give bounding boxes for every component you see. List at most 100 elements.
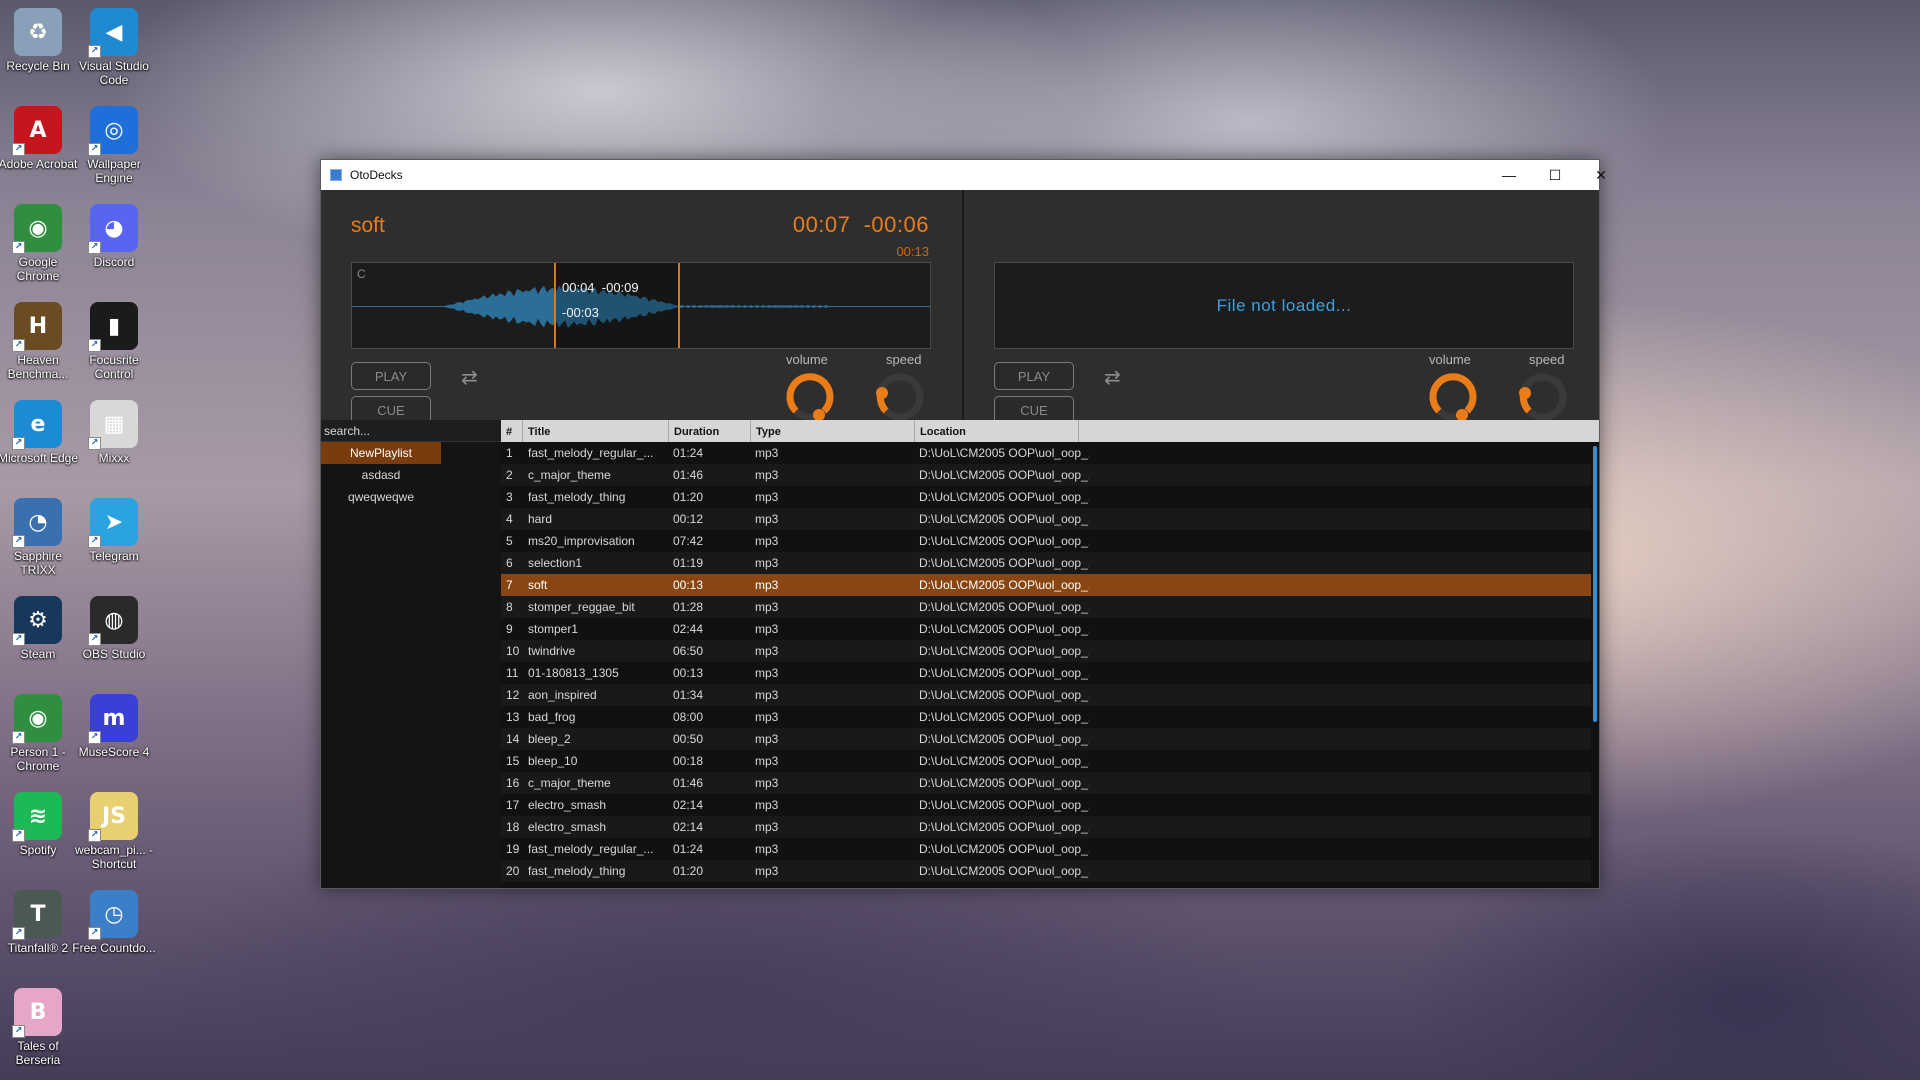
desktop-shortcut[interactable]: ▦ ↗ Mixxx	[72, 400, 156, 465]
desktop-shortcut[interactable]: B ↗ Tales of Berseria	[0, 988, 80, 1067]
track-location: D:\UoL\CM2005 OOP\uol_oop_...	[919, 600, 1089, 614]
table-row[interactable]: 7 soft 00:13 mp3 D:\UoL\CM2005 OOP\uol_oop_.…	[501, 574, 1591, 596]
track-type: mp3	[755, 490, 779, 504]
table-row[interactable]: 13 bad_frog 08:00 mp3 D:\UoL\CM2005 OOP\uol_…	[501, 706, 1591, 728]
close-button[interactable]: ✕	[1578, 160, 1624, 190]
desktop-shortcut[interactable]: ♻ Recycle Bin	[0, 8, 80, 73]
track-location: D:\UoL\CM2005 OOP\uol_oop_...	[919, 666, 1089, 680]
desktop-shortcut[interactable]: T ↗ Titanfall® 2	[0, 890, 80, 955]
chrome-profile-icon: ◉ ↗	[12, 694, 62, 744]
desktop-shortcut[interactable]: m ↗ MuseScore 4	[72, 694, 156, 759]
track-location: D:\UoL\CM2005 OOP\uol_oop_...	[919, 732, 1089, 746]
track-duration: 00:13	[673, 666, 704, 680]
desktop-shortcut[interactable]: ◷ ↗ Free Countdo...	[72, 890, 156, 955]
speed-knob[interactable]	[1514, 368, 1574, 420]
table-scrollbar[interactable]	[1593, 446, 1597, 722]
table-row[interactable]: 3 fast_melody_thing 01:20 mp3 D:\UoL\CM2005 …	[501, 486, 1591, 508]
table-row[interactable]: 17 electro_smash 02:14 mp3 D:\UoL\CM2005 OOP…	[501, 794, 1591, 816]
track-number: 10	[506, 644, 520, 658]
track-location: D:\UoL\CM2005 OOP\uol_oop_...	[919, 622, 1089, 636]
table-row[interactable]: 4 hard 00:12 mp3 D:\UoL\CM2005 OOP\uol_oop_.…	[501, 508, 1591, 530]
track-title: selection1	[528, 556, 583, 570]
track-duration: 01:46	[673, 776, 704, 790]
track-number: 16	[506, 776, 520, 790]
desktop-shortcut[interactable]: ➤ ↗ Telegram	[72, 498, 156, 563]
shortcut-arrow-icon: ↗	[88, 339, 101, 352]
track-number: 5	[506, 534, 513, 548]
track-type: mp3	[755, 732, 779, 746]
track-duration: 01:20	[673, 864, 704, 878]
column-header-type[interactable]: Type	[751, 420, 915, 442]
steam-icon: ⚙ ↗	[12, 596, 62, 646]
track-number: 13	[506, 710, 520, 724]
track-type: mp3	[755, 666, 779, 680]
desktop-shortcut-label: Wallpaper Engine	[87, 157, 141, 185]
table-row[interactable]: 15 bleep_10 00:18 mp3 D:\UoL\CM2005 OOP\uol_…	[501, 750, 1591, 772]
desktop-shortcut[interactable]: JS ↗ webcam_pi... - Shortcut	[72, 792, 156, 871]
track-location: D:\UoL\CM2005 OOP\uol_oop_...	[919, 490, 1089, 504]
track-duration: 01:20	[673, 490, 704, 504]
table-row[interactable]: 18 electro_smash 02:14 mp3 D:\UoL\CM2005 OOP…	[501, 816, 1591, 838]
table-row[interactable]: 11 01-180813_1305 00:13 mp3 D:\UoL\CM2005 OO…	[501, 662, 1591, 684]
playlist-item[interactable]: asdasd	[321, 464, 441, 486]
desktop-shortcut[interactable]: H ↗ Heaven Benchma...	[0, 302, 80, 381]
volume-knob[interactable]	[1424, 368, 1484, 420]
volume-knob[interactable]	[781, 368, 841, 420]
window-title: OtoDecks	[350, 168, 403, 182]
desktop-shortcut[interactable]: ◎ ↗ Wallpaper Engine	[72, 106, 156, 185]
table-row[interactable]: 8 stomper_reggae_bit 01:28 mp3 D:\UoL\CM2005…	[501, 596, 1591, 618]
desktop-shortcut-label: Free Countdo...	[72, 941, 156, 955]
table-row[interactable]: 2 c_major_theme 01:46 mp3 D:\UoL\CM2005 OOP\…	[501, 464, 1591, 486]
desktop-shortcut[interactable]: e ↗ Microsoft Edge	[0, 400, 80, 465]
table-row[interactable]: 20 fast_melody_thing 01:20 mp3 D:\UoL\CM2005…	[501, 860, 1591, 882]
table-row[interactable]: 5 ms20_improvisation 07:42 mp3 D:\UoL\CM2005…	[501, 530, 1591, 552]
speed-knob[interactable]	[871, 368, 931, 420]
waveform-display[interactable]: C 00:04 -00:09 -00:03	[351, 262, 931, 349]
desktop-shortcut[interactable]: ◉ ↗ Person 1 - Chrome	[0, 694, 80, 773]
table-row[interactable]: 12 aon_inspired 01:34 mp3 D:\UoL\CM2005 OOP\…	[501, 684, 1591, 706]
table-row[interactable]: 10 twindrive 06:50 mp3 D:\UoL\CM2005 OOP\uol…	[501, 640, 1591, 662]
playlist-item[interactable]: NewPlaylist	[321, 442, 441, 464]
playlist-item[interactable]: qweqweqwe	[321, 486, 441, 508]
region-end-marker[interactable]	[678, 263, 680, 348]
play-button[interactable]: PLAY	[351, 362, 431, 390]
countdown-icon: ◷ ↗	[88, 890, 138, 940]
table-row[interactable]: 19 fast_melody_regular_... 01:24 mp3 D:\UoL\…	[501, 838, 1591, 860]
desktop-shortcut[interactable]: ▮ ↗ Focusrite Control	[72, 302, 156, 381]
column-header-duration[interactable]: Duration	[669, 420, 751, 442]
maximize-button[interactable]: ☐	[1532, 160, 1578, 190]
column-header-title[interactable]: Title	[523, 420, 669, 442]
table-row[interactable]: 6 selection1 01:19 mp3 D:\UoL\CM2005 OOP\uol…	[501, 552, 1591, 574]
telegram-icon: ➤ ↗	[88, 498, 138, 548]
discord-icon: ◕ ↗	[88, 204, 138, 254]
desktop-shortcut[interactable]: ◍ ↗ OBS Studio	[72, 596, 156, 661]
loop-icon[interactable]: ⇄	[1104, 365, 1121, 390]
loop-icon[interactable]: ⇄	[461, 365, 478, 390]
desktop-shortcut[interactable]: A ↗ Adobe Acrobat	[0, 106, 80, 171]
column-header-location[interactable]: Location	[915, 420, 1079, 442]
minimize-button[interactable]: —	[1486, 160, 1532, 190]
track-location: D:\UoL\CM2005 OOP\uol_oop_...	[919, 578, 1089, 592]
desktop-shortcut[interactable]: ◔ ↗ Sapphire TRIXX	[0, 498, 80, 577]
desktop-shortcut[interactable]: ◀ ↗ Visual Studio Code	[72, 8, 156, 87]
track-number: 9	[506, 622, 513, 636]
play-button[interactable]: PLAY	[994, 362, 1074, 390]
desktop-shortcut[interactable]: ≋ ↗ Spotify	[0, 792, 80, 857]
waveform-empty[interactable]: File not loaded...	[994, 262, 1574, 349]
title-bar[interactable]: OtoDecks — ☐ ✕	[321, 160, 1607, 190]
track-number: 1	[506, 446, 513, 460]
table-row[interactable]: 9 stomper1 02:44 mp3 D:\UoL\CM2005 OOP\uol_o…	[501, 618, 1591, 640]
track-title: twindrive	[528, 644, 576, 658]
table-row[interactable]: 14 bleep_2 00:50 mp3 D:\UoL\CM2005 OOP\uol_o…	[501, 728, 1591, 750]
column-header-number[interactable]: #	[501, 420, 523, 442]
track-type: mp3	[755, 776, 779, 790]
desktop-shortcut[interactable]: ⚙ ↗ Steam	[0, 596, 80, 661]
desktop-shortcut[interactable]: ◉ ↗ Google Chrome	[0, 204, 80, 283]
search-input[interactable]: search...	[321, 420, 501, 442]
desktop-shortcut[interactable]: ◕ ↗ Discord	[72, 204, 156, 269]
table-row[interactable]: 1 fast_melody_regular_... 01:24 mp3 D:\UoL\C…	[501, 442, 1591, 464]
volume-label: volume	[1429, 352, 1471, 367]
region-start-marker[interactable]	[554, 263, 556, 348]
track-table: 1 fast_melody_regular_... 01:24 mp3 D:\UoL\C…	[501, 442, 1599, 888]
table-row[interactable]: 16 c_major_theme 01:46 mp3 D:\UoL\CM2005 OOP…	[501, 772, 1591, 794]
